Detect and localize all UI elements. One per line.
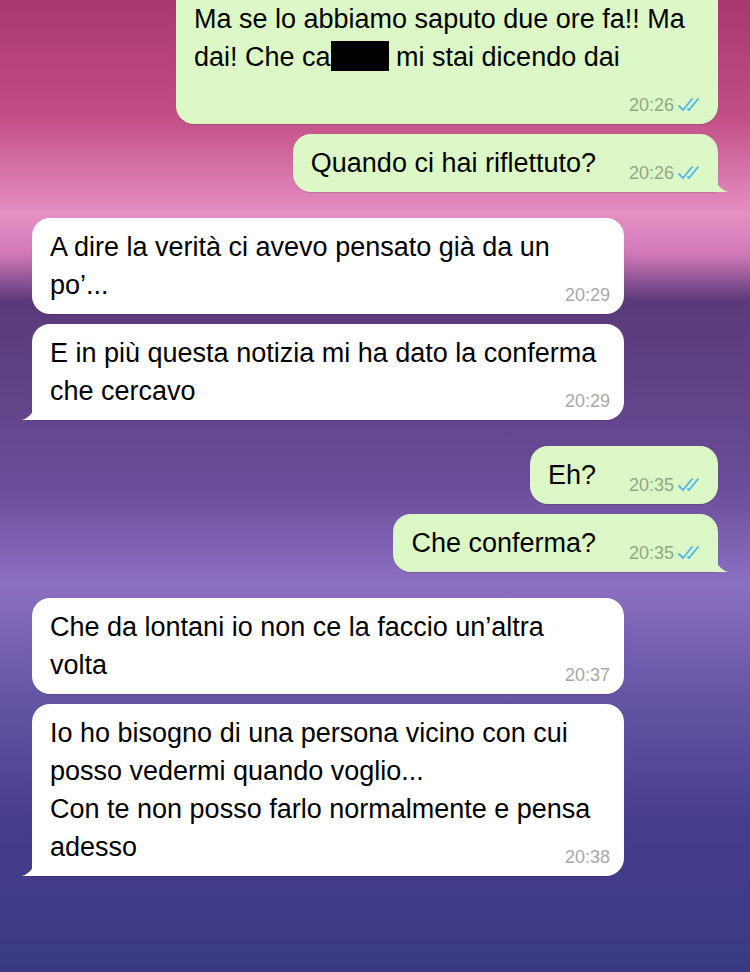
message-text-part: E in più questa notizia mi ha dato la co… [50, 338, 596, 406]
message-time: 20:26 [629, 162, 674, 184]
message-row: Che da lontani io non ce la faccio un’al… [32, 598, 718, 694]
time-spacer [107, 664, 181, 674]
redaction-box [331, 41, 389, 71]
double-check-icon [678, 477, 704, 493]
bubble-tail-icon [714, 172, 728, 192]
message-text: Eh? [548, 456, 700, 494]
chat-background: Ma se lo abbiamo saputo due ore fa!! Ma … [0, 0, 750, 972]
message-text: A dire la verità ci avevo pensato già da… [50, 228, 606, 304]
message-text: Io ho bisogno di una persona vicino con … [50, 714, 606, 866]
double-check-icon [678, 97, 704, 113]
message-meta: 20:35 [629, 474, 704, 496]
incoming-message: A dire la verità ci avevo pensato già da… [32, 218, 624, 314]
message-row: A dire la verità ci avevo pensato già da… [32, 218, 718, 314]
message-meta: 20:38 [565, 846, 610, 868]
message-time: 20:37 [565, 664, 610, 686]
message-meta: 20:29 [565, 390, 610, 412]
message-time: 20:38 [565, 846, 610, 868]
message-text: Ma se lo abbiamo saputo due ore fa!! Ma … [194, 0, 700, 114]
incoming-message: Io ho bisogno di una persona vicino con … [32, 704, 624, 876]
message-row: Quando ci hai riflettuto? 20:26 [32, 134, 718, 192]
message-meta: 20:29 [565, 284, 610, 306]
message-time: 20:29 [565, 284, 610, 306]
message-row: Io ho bisogno di una persona vicino con … [32, 704, 718, 876]
message-meta: 20:26 [629, 94, 704, 116]
outgoing-message: Ma se lo abbiamo saputo due ore fa!! Ma … [176, 0, 718, 124]
double-check-icon [678, 165, 704, 181]
message-row: E in più questa notizia mi ha dato la co… [32, 324, 718, 420]
message-text-part: Che conferma? [411, 528, 596, 558]
message-row: Eh? 20:35 [32, 446, 718, 504]
incoming-message: Che da lontani io non ce la faccio un’al… [32, 598, 624, 694]
message-text: Che da lontani io non ce la faccio un’al… [50, 608, 606, 684]
message-text-part: Eh? [548, 460, 596, 490]
message-time: 20:35 [629, 542, 674, 564]
message-text: E in più questa notizia mi ha dato la co… [50, 334, 606, 410]
message-time: 20:29 [565, 390, 610, 412]
message-text-part: Io ho bisogno di una persona vicino con … [50, 718, 590, 862]
message-meta: 20:35 [629, 542, 704, 564]
bubble-tail-icon [714, 552, 728, 572]
incoming-message: E in più questa notizia mi ha dato la co… [32, 324, 624, 420]
message-row: Che conferma? 20:35 [32, 514, 718, 572]
message-row: Ma se lo abbiamo saputo due ore fa!! Ma … [32, 0, 718, 124]
outgoing-message: Eh? 20:35 [530, 446, 718, 504]
double-check-icon [678, 545, 704, 561]
outgoing-message: Quando ci hai riflettuto? 20:26 [293, 134, 718, 192]
time-spacer [194, 94, 298, 104]
message-text-part: Che da lontani io non ce la faccio un’al… [50, 612, 544, 680]
message-text-part: mi stai dicendo dai [389, 42, 620, 72]
bubble-tail-icon [22, 400, 36, 420]
outgoing-message: Che conferma? 20:35 [393, 514, 718, 572]
time-spacer [137, 846, 211, 856]
time-spacer [196, 390, 270, 400]
message-time: 20:35 [629, 474, 674, 496]
time-spacer [109, 284, 183, 294]
message-text-part: Quando ci hai riflettuto? [311, 148, 596, 178]
message-meta: 20:26 [629, 162, 704, 184]
message-meta: 20:37 [565, 664, 610, 686]
message-time: 20:26 [629, 94, 674, 116]
bubble-tail-icon [22, 856, 36, 876]
message-text-part: A dire la verità ci avevo pensato già da… [50, 232, 550, 300]
